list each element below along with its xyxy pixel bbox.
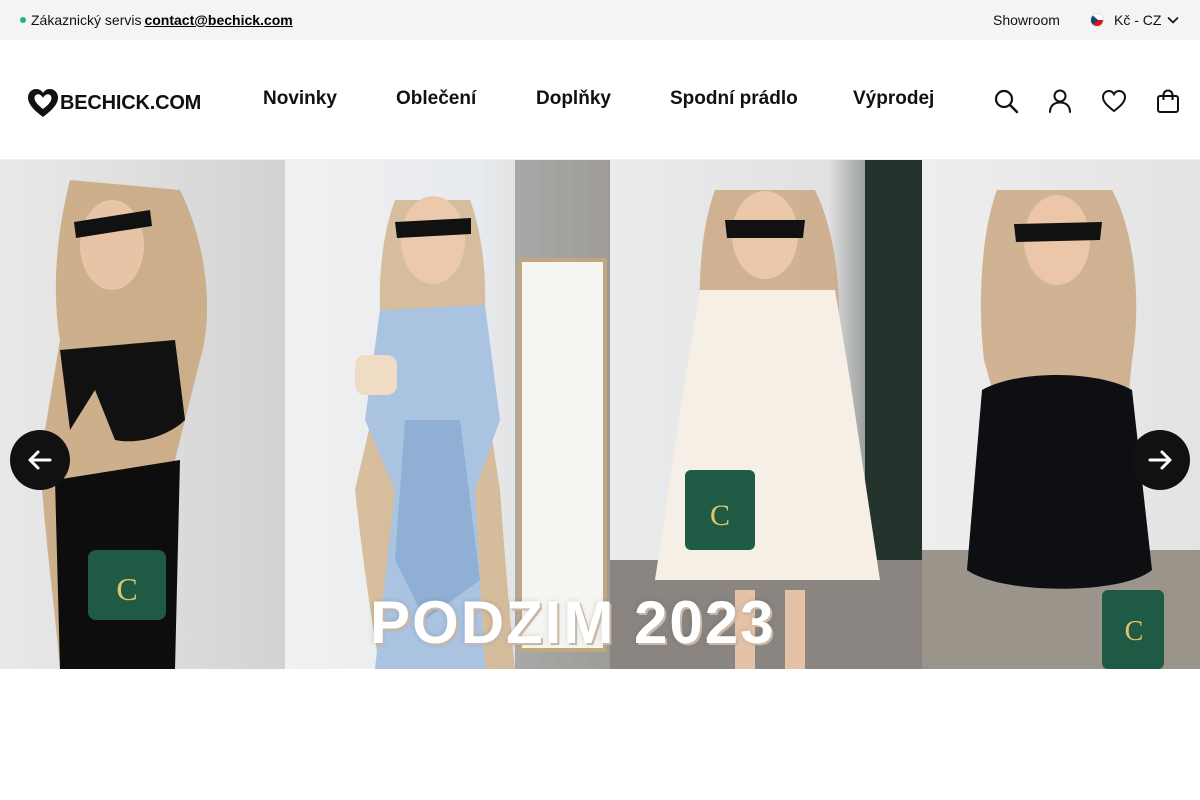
site-logo[interactable]: BECHICK.COM bbox=[26, 87, 201, 119]
showroom-link[interactable]: Showroom bbox=[993, 0, 1060, 40]
logo-heart-icon bbox=[28, 89, 58, 117]
currency-selector[interactable]: Kč - CZ bbox=[1090, 0, 1179, 40]
svg-text:C: C bbox=[710, 499, 730, 532]
nav-doplnky[interactable]: Doplňky bbox=[536, 88, 611, 110]
model-black-mini-dress: C bbox=[922, 190, 1200, 669]
hero-photo-4: C bbox=[922, 160, 1200, 669]
chevron-down-icon bbox=[1168, 17, 1179, 24]
nav-vyprodej[interactable]: Výprodej bbox=[853, 88, 934, 110]
online-status-dot bbox=[20, 17, 26, 23]
currency-label: Kč - CZ bbox=[1114, 12, 1162, 28]
hero-carousel[interactable]: C C C PODZIM 2023 bbox=[0, 160, 1200, 669]
nav-novinky[interactable]: Novinky bbox=[263, 88, 337, 110]
customer-service: Zákaznický servis contact@bechick.com bbox=[20, 0, 293, 40]
logo-text: BECHICK.COM bbox=[60, 91, 202, 114]
hero-photo-1: C bbox=[0, 160, 285, 669]
contact-email-link[interactable]: contact@bechick.com bbox=[144, 12, 292, 28]
arrow-left-icon bbox=[28, 450, 52, 470]
search-icon[interactable] bbox=[993, 88, 1019, 114]
wishlist-heart-icon[interactable] bbox=[1101, 88, 1127, 114]
nav-obleceni[interactable]: Oblečení bbox=[396, 88, 476, 110]
hero-title: PODZIM 2023 bbox=[370, 589, 776, 656]
customer-service-label: Zákaznický servis bbox=[31, 12, 142, 28]
carousel-prev-button[interactable] bbox=[10, 430, 70, 490]
main-header: BECHICK.COM Novinky Oblečení Doplňky Spo… bbox=[0, 40, 1200, 160]
model-black-cutout-dress: C bbox=[40, 180, 208, 669]
svg-text:C: C bbox=[116, 571, 137, 607]
top-bar: Zákaznický servis contact@bechick.com Sh… bbox=[0, 0, 1200, 40]
czech-flag-icon bbox=[1090, 13, 1104, 27]
svg-text:C: C bbox=[1125, 616, 1144, 647]
arrow-right-icon bbox=[1148, 450, 1172, 470]
cart-bag-icon[interactable] bbox=[1155, 88, 1181, 114]
nav-spodni-pradlo[interactable]: Spodní prádlo bbox=[670, 88, 798, 110]
account-icon[interactable] bbox=[1047, 88, 1073, 114]
carousel-next-button[interactable] bbox=[1130, 430, 1190, 490]
